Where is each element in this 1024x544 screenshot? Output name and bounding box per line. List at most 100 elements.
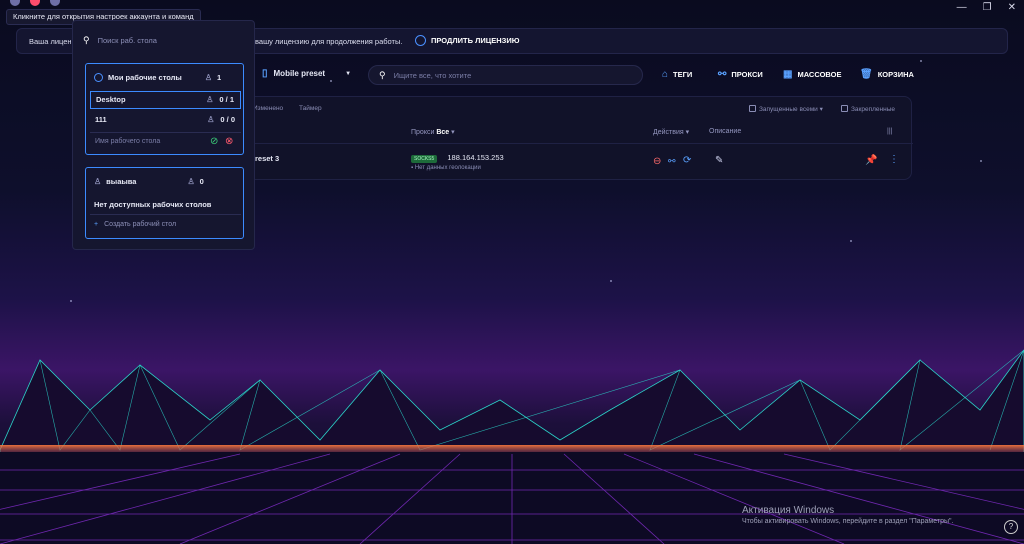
workspace-name: 111 [95,115,107,124]
search-icon: ⚲ [379,69,386,80]
create-workspace-button[interactable]: + Создать рабочий стол [94,221,176,228]
create-workspace-label: Создать рабочий стол [104,221,177,228]
proxy-ip: 188.164.153.253 [447,153,504,162]
divider [90,132,241,133]
refresh-icon[interactable]: ⟳ [683,155,691,166]
timer-filter[interactable]: Таймер [299,105,322,112]
no-workspaces-text: Нет доступных рабочих столов [94,200,212,209]
search-icon: ⚲ [83,35,90,45]
team-title: выаыва [106,177,137,186]
app-dot-icon [50,0,60,6]
columns-settings-icon[interactable]: ||| [887,128,892,135]
cart-button[interactable]: 🗑 КОРЗИНА [860,69,914,80]
confirm-icon[interactable]: ⊘ [210,136,218,147]
tags-label: ТЕГИ [673,70,693,79]
app-dot-icon [10,0,20,6]
my-workspaces-count: 1 [217,73,222,82]
proxy-check-icon[interactable]: ⚯ [668,156,676,167]
my-workspaces-header: Мои рабочие столы ♙ 1 [94,73,221,82]
workspace-count-value: 0 / 0 [220,115,235,124]
profiles-panel: Изменено Таймер Запущенные всеми ▾ Закре… [244,96,913,180]
search-placeholder: Ищите все, что хотите [393,70,472,80]
renew-label: ПРОДЛИТЬ ЛИЦЕНЗИЮ [431,36,520,45]
workspace-count: ♙ 0 / 0 [207,112,235,128]
team-count: 0 [199,177,204,186]
renew-license-button[interactable]: ПРОДЛИТЬ ЛИЦЕНЗИЮ [415,35,519,46]
pinned-filter[interactable]: Закрепленные [841,105,895,113]
proxy-cell: SOCKS5 188.164.153.253 [411,153,504,163]
proxies-button[interactable]: ⚯ ПРОКСИ [718,69,763,80]
windows-activation-watermark: Активация Windows Чтобы активировать Win… [742,505,953,525]
actions-column-header[interactable]: Действия ▾ [653,128,689,136]
bulk-button[interactable]: ▦ МАССОВОЕ [783,69,841,80]
proxy-icon: ⚯ [718,69,727,80]
grid-icon: ▦ [783,69,793,80]
workspace-count-value: 0 / 1 [219,95,234,104]
stop-icon[interactable]: ⊖ [653,156,661,167]
profile-name[interactable]: reset 3 [255,154,279,163]
plus-icon: + [94,221,99,228]
chevron-down-icon: ▼ [345,70,352,77]
user-icon: ♙ [187,177,195,186]
geo-cell: ▪ Нет данных геолокации [411,165,481,171]
workspace-dropdown: ⚲ Поиск раб. стола Мои рабочие столы ♙ 1… [72,20,255,250]
cart-icon: 🗑 [860,69,873,80]
banner-prefix: Ваша лицен [29,36,72,46]
header-divider [245,143,913,144]
tags-button[interactable]: ⌂ ТЕГИ [662,69,692,80]
changed-filter[interactable]: Изменено [253,105,283,112]
user-icon: ♙ [204,73,213,82]
cancel-icon[interactable]: ⊗ [225,136,233,147]
user-circle-icon [415,35,426,46]
user-circle-icon [94,73,103,82]
user-icon: ♙ [207,115,215,124]
help-icon[interactable]: ? [1004,520,1018,534]
divider [90,214,241,215]
window-controls: — ❐ ✕ [957,2,1016,13]
pin-icon[interactable]: 📌 [865,155,877,166]
checkbox-icon [841,105,848,112]
proxies-label: ПРОКСИ [731,70,763,79]
cart-label: КОРЗИНА [877,70,914,79]
user-icon: ♙ [206,95,214,104]
preset-label: Mobile preset [273,69,326,78]
description-column-header: Описание [709,128,742,135]
workspace-item-desktop[interactable]: Desktop ♙ 0 / 1 [90,91,241,109]
running-all-filter[interactable]: Запущенные всеми ▾ [749,105,823,113]
new-workspace-input[interactable]: Имя рабочего стола [95,138,160,145]
tag-icon: ⌂ [662,69,669,80]
workspace-item-111[interactable]: 111 ♙ 0 / 0 [90,112,241,130]
my-workspaces-title: Мои рабочие столы [108,73,182,82]
proxies-column-header[interactable]: Прокси Все ▾ [411,128,455,136]
minimize-button[interactable]: — [957,2,967,13]
team-header: ♙ выаыва ♙ 0 [94,177,204,186]
notification-badge-icon[interactable] [30,0,40,6]
proxies-col-label: Прокси [411,129,435,136]
global-search-input[interactable]: ⚲ Ищите все, что хотите [368,65,643,85]
close-button[interactable]: ✕ [1008,2,1016,13]
running-all-label: Запущенные всеми [759,106,818,113]
top-app-icons [10,0,60,6]
workspace-count: ♙ 0 / 1 [206,92,234,108]
user-icon: ♙ [94,177,102,186]
geo-label: Нет данных геолокации [414,165,481,171]
edit-icon[interactable]: ✎ [715,155,723,166]
proxy-type-badge: SOCKS5 [411,155,438,163]
banner-message: вашу лицензию для продолжения работы. [255,37,403,46]
bulk-label: МАССОВОЕ [797,70,842,79]
watermark-title: Активация Windows [742,505,835,516]
proxies-filter-value: Все [436,129,450,136]
workspace-name: Desktop [96,95,126,104]
watermark-subtitle: Чтобы активировать Windows, перейдите в … [742,518,954,525]
workspace-search-input[interactable]: ⚲ Поиск раб. стола [83,35,157,46]
more-icon[interactable]: ⋮ [889,154,899,165]
flag-icon: ▪ [411,165,414,171]
checkbox-icon [749,105,756,112]
mobile-icon: ▯ [262,68,268,79]
preset-selector[interactable]: ▯ Mobile preset ▼ [262,68,351,79]
my-workspaces-box: Мои рабочие столы ♙ 1 Desktop ♙ 0 / 1 111… [85,63,244,155]
maximize-button[interactable]: ❐ [983,2,992,13]
actions-col-label: Действия [653,129,684,136]
team-workspaces-box: ♙ выаыва ♙ 0 Нет доступных рабочих столо… [85,167,244,239]
pinned-label: Закрепленные [851,106,896,113]
